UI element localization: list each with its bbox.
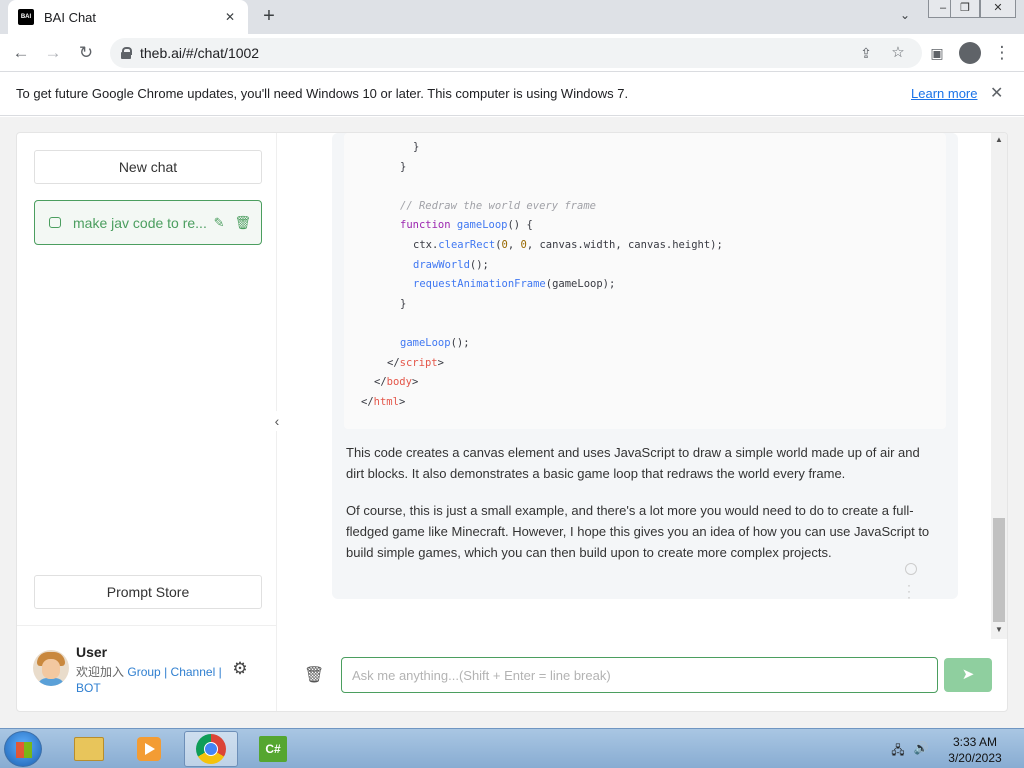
- update-infobar: To get future Google Chrome updates, you…: [0, 72, 1024, 116]
- forward-icon[interactable]: →: [42, 42, 64, 64]
- close-icon[interactable]: ✕: [222, 10, 238, 24]
- code-block: }} // Redraw the world every frame functio…: [344, 133, 946, 429]
- code-line: }: [413, 141, 420, 153]
- file-explorer-button[interactable]: [62, 731, 116, 767]
- code-line: function gameLoop() {: [400, 219, 533, 232]
- scroll-thumb[interactable]: [993, 518, 1005, 622]
- scroll-down-icon[interactable]: ▼: [991, 625, 1007, 637]
- code-line: gameLoop();: [400, 337, 470, 349]
- code-line: }: [400, 160, 407, 173]
- chat-history-item[interactable]: make jav code to re... ✎ 🗑: [34, 200, 262, 245]
- csharp-app-button[interactable]: C#: [246, 731, 300, 767]
- chat-scrollbar[interactable]: ▲ ▼: [991, 133, 1007, 639]
- kebab-icon[interactable]: ⋮: [991, 42, 1013, 64]
- code-line: </body>: [374, 376, 419, 389]
- group-link[interactable]: Group: [127, 665, 160, 679]
- send-icon: ➤: [961, 666, 975, 683]
- chrome-icon: [196, 734, 226, 764]
- user-panel: User 欢迎加入 Group | Channel | BOT ⚙: [17, 625, 276, 711]
- profile-icon[interactable]: [959, 42, 981, 64]
- user-links: 欢迎加入 Group | Channel | BOT: [76, 664, 228, 696]
- chat-input[interactable]: [341, 657, 938, 693]
- new-chat-button[interactable]: New chat: [34, 150, 262, 184]
- back-icon[interactable]: ←: [10, 42, 32, 64]
- message-paragraph: Of course, this is just a small example,…: [346, 503, 930, 560]
- bot-link[interactable]: BOT: [76, 681, 101, 695]
- code-line: requestAnimationFrame(gameLoop);: [413, 278, 616, 291]
- sidepanel-icon[interactable]: ▣: [926, 42, 948, 64]
- channel-link[interactable]: Channel: [171, 665, 216, 679]
- share-icon[interactable]: ⇪: [855, 42, 877, 64]
- assistant-message: }} // Redraw the world every frame functio…: [332, 133, 958, 599]
- separator: |: [218, 665, 222, 679]
- plus-icon[interactable]: +: [258, 6, 280, 28]
- close-icon[interactable]: ✕: [990, 83, 1003, 103]
- network-icon[interactable]: 🖧: [890, 741, 906, 757]
- address-bar[interactable]: theb.ai/#/chat/1002: [110, 38, 922, 68]
- reload-icon[interactable]: ↻: [75, 42, 97, 64]
- restore-button[interactable]: ❐: [950, 0, 980, 18]
- url-text[interactable]: theb.ai/#/chat/1002: [140, 45, 259, 61]
- send-button[interactable]: ➤: [944, 658, 992, 692]
- browser-toolbar: ← → ↻ theb.ai/#/chat/1002 ⇪ ☆ ▣ ⋮: [0, 34, 1024, 72]
- tab-strip: BAI BAI Chat ✕ + ⌄ – ❐ ✕: [0, 0, 1024, 34]
- code-line: </script>: [387, 356, 444, 369]
- chat-app: New chat make jav code to re... ✎ 🗑 Prom…: [16, 132, 1008, 712]
- code-line: </html>: [361, 395, 406, 408]
- more-options-icon[interactable]: · · ·: [907, 579, 911, 603]
- join-text: 欢迎加入: [76, 665, 125, 679]
- browser-tab[interactable]: BAI BAI Chat ✕: [8, 0, 248, 34]
- media-player-button[interactable]: [122, 731, 176, 767]
- page-content: New chat make jav code to re... ✎ 🗑 Prom…: [0, 117, 1024, 728]
- chrome-taskbar-button[interactable]: [184, 731, 238, 767]
- code-line: drawWorld();: [413, 258, 489, 271]
- csharp-icon: C#: [259, 736, 287, 762]
- separator: |: [164, 665, 168, 679]
- time: 3:33 AM: [952, 735, 998, 749]
- chat-history-label: make jav code to re...: [73, 214, 207, 231]
- gear-icon[interactable]: ⚙: [231, 660, 249, 678]
- taskbar: C# 🖧 🔊 3:33 AM 3/20/2023: [0, 728, 1024, 768]
- infobar-message: To get future Google Chrome updates, you…: [16, 86, 629, 101]
- chevron-down-icon[interactable]: ⌄: [896, 8, 914, 26]
- volume-icon[interactable]: 🔊: [913, 741, 929, 757]
- media-player-icon: [137, 737, 161, 761]
- clear-chat-icon[interactable]: 🗑: [304, 665, 324, 684]
- lock-icon[interactable]: [120, 47, 132, 59]
- scroll-up-icon[interactable]: ▲: [991, 135, 1007, 147]
- sidebar: New chat make jav code to re... ✎ 🗑 Prom…: [17, 133, 277, 711]
- chat-main: }} // Redraw the world every frame functio…: [277, 133, 1007, 711]
- star-icon[interactable]: ☆: [887, 42, 909, 64]
- code-line: // Redraw the world every frame: [400, 199, 596, 212]
- code-line: }: [400, 297, 407, 310]
- code-line: ctx.clearRect(0, 0, canvas.width, canvas…: [413, 239, 723, 251]
- avatar: [33, 650, 69, 686]
- edit-icon[interactable]: ✎: [214, 215, 225, 231]
- prompt-store-button[interactable]: Prompt Store: [34, 575, 262, 609]
- start-button[interactable]: [4, 731, 42, 767]
- window-close-button[interactable]: ✕: [980, 0, 1016, 18]
- message-paragraph: This code creates a canvas element and u…: [346, 445, 920, 481]
- folder-icon: [74, 737, 104, 761]
- clock[interactable]: 3:33 AM 3/20/2023: [940, 734, 1010, 766]
- learn-more-link[interactable]: Learn more: [911, 86, 977, 101]
- date: 3/20/2023: [948, 751, 1002, 765]
- trash-icon[interactable]: 🗑: [234, 215, 251, 231]
- loading-icon: [905, 563, 917, 575]
- tab-title: BAI Chat: [44, 9, 97, 25]
- chat-bubble-icon: [49, 217, 61, 228]
- user-name: User: [76, 644, 108, 660]
- bai-favicon-icon: BAI: [18, 9, 34, 25]
